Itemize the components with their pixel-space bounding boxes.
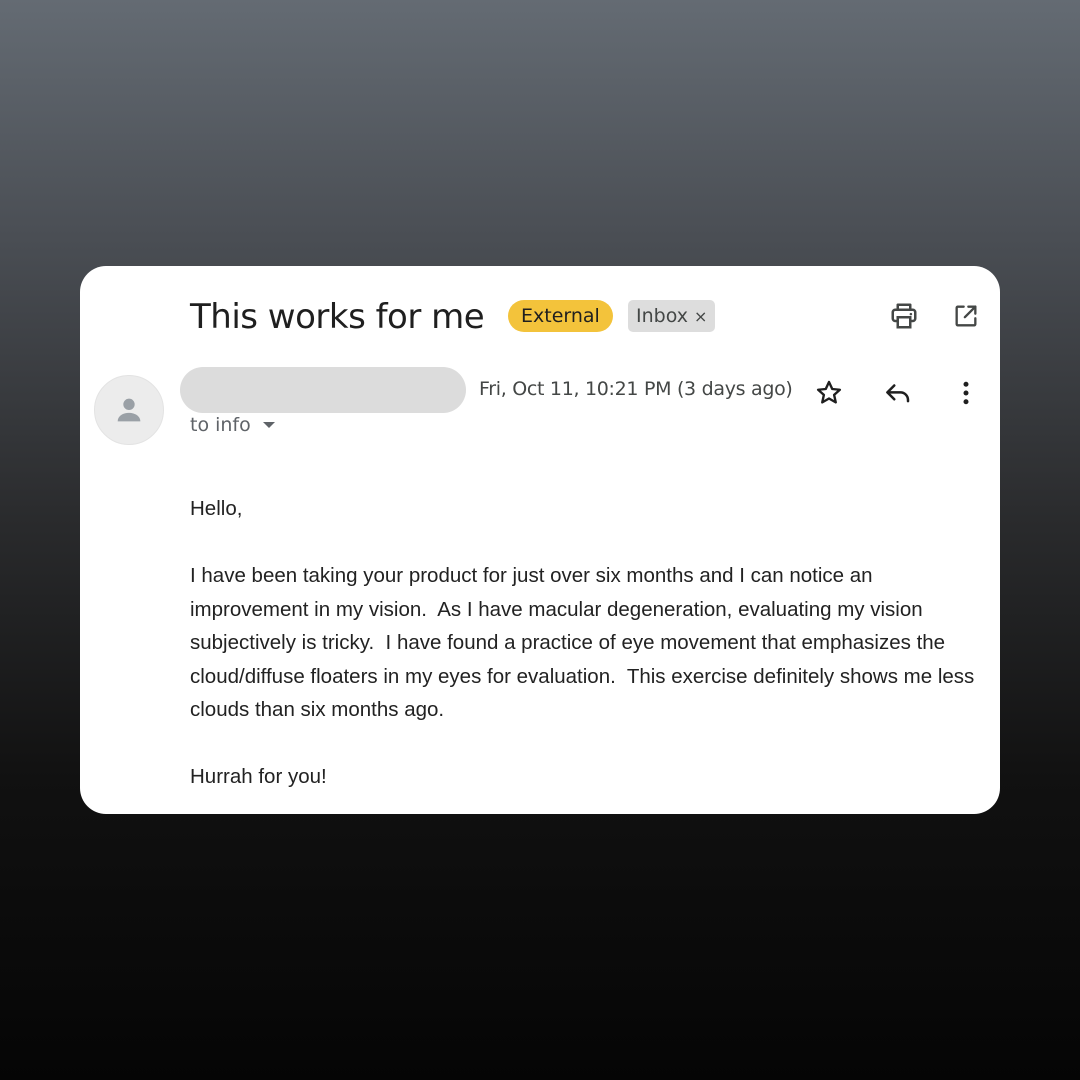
star-icon xyxy=(816,380,842,404)
email-subject: This works for me xyxy=(190,297,485,337)
person-icon xyxy=(117,398,141,422)
body-closing: Hurrah for you! xyxy=(190,765,327,788)
recipient-text: to info xyxy=(190,414,251,436)
email-card: This works for me External Inbox × Fri, O… xyxy=(80,266,1000,814)
print-icon xyxy=(891,303,917,329)
recipient-dropdown[interactable]: to info xyxy=(190,414,275,436)
email-date: Fri, Oct 11, 10:21 PM (3 days ago) xyxy=(479,378,793,400)
body-greeting: Hello, xyxy=(190,497,243,520)
more-options-button[interactable] xyxy=(948,375,984,411)
sender-name-redacted xyxy=(180,367,466,413)
star-button[interactable] xyxy=(811,375,847,411)
reply-icon xyxy=(886,384,910,403)
more-options-icon xyxy=(963,381,969,405)
inbox-label-text: Inbox xyxy=(636,305,688,327)
external-label-badge: External xyxy=(508,300,613,332)
open-in-new-window-icon xyxy=(955,305,977,327)
remove-label-icon[interactable]: × xyxy=(694,307,707,326)
open-in-new-window-button[interactable] xyxy=(948,298,984,334)
print-button[interactable] xyxy=(886,298,922,334)
inbox-label-chip[interactable]: Inbox × xyxy=(628,300,716,332)
email-body: Hello, I have been taking your product f… xyxy=(190,492,980,814)
reply-button[interactable] xyxy=(880,375,916,411)
chevron-down-icon xyxy=(262,422,275,428)
body-paragraph: I have been taking your product for just… xyxy=(190,564,981,721)
sender-avatar[interactable] xyxy=(94,375,164,445)
